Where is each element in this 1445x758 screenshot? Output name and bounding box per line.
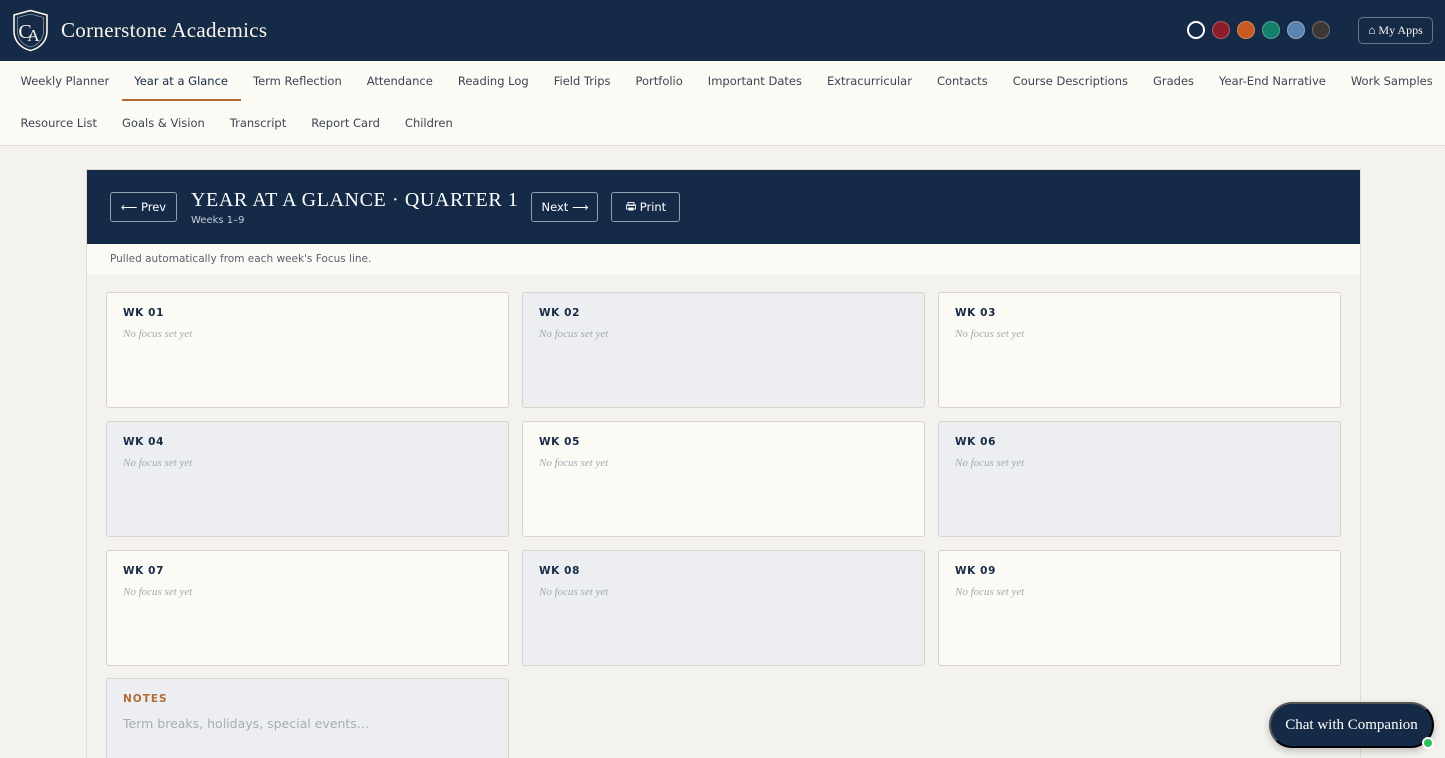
week-focus: No focus set yet [123, 586, 193, 598]
tab-year-at-a-glance[interactable]: Year at a Glance [121, 61, 241, 101]
theme-swatch-crimson[interactable] [1212, 21, 1230, 39]
my-apps-label: My Apps [1378, 23, 1423, 37]
theme-swatch-rust[interactable] [1237, 21, 1255, 39]
tab-resource-list[interactable]: Resource List [8, 103, 110, 143]
tab-contacts[interactable]: Contacts [924, 61, 1000, 101]
week-focus: No focus set yet [955, 586, 1025, 598]
online-status-dot [1422, 737, 1434, 749]
prev-quarter-button[interactable]: ⟵ Prev [110, 192, 177, 222]
home-icon: ⌂ [1368, 23, 1376, 37]
week-label: WK 07 [123, 565, 164, 577]
notes-card: NOTES [106, 678, 509, 758]
nav-row-2: Resource List Goals & Vision Transcript Rep… [8, 103, 465, 143]
brand-name: Cornerstone Academics [61, 18, 268, 42]
tab-term-reflection[interactable]: Term Reflection [241, 61, 355, 101]
theme-swatch-charcoal[interactable] [1312, 21, 1330, 39]
theme-swatches [1187, 21, 1330, 39]
theme-swatch-teal[interactable] [1262, 21, 1280, 39]
week-focus: No focus set yet [955, 457, 1025, 469]
tab-reading-log[interactable]: Reading Log [445, 61, 541, 101]
week-label: WK 03 [955, 307, 996, 319]
week-focus: No focus set yet [955, 328, 1025, 340]
week-card[interactable]: WK 08 No focus set yet [522, 550, 925, 666]
chat-with-companion-button[interactable]: Chat with Companion [1269, 702, 1434, 748]
week-label: WK 01 [123, 307, 164, 319]
tab-grades[interactable]: Grades [1140, 61, 1206, 101]
tab-portfolio[interactable]: Portfolio [623, 61, 695, 101]
nav-row-1: Weekly Planner Year at a Glance Term Refle… [8, 61, 1445, 101]
notes-input[interactable] [123, 716, 493, 731]
next-quarter-button[interactable]: Next ⟶ [531, 192, 599, 222]
week-card[interactable]: WK 02 No focus set yet [522, 292, 925, 408]
quarter-subtitle: Weeks 1–9 [191, 214, 245, 226]
week-card[interactable]: WK 07 No focus set yet [106, 550, 509, 666]
my-apps-button[interactable]: ⌂ My Apps [1358, 17, 1433, 44]
week-label: WK 04 [123, 436, 164, 448]
tab-course-descriptions[interactable]: Course Descriptions [1000, 61, 1140, 101]
printer-icon [625, 200, 636, 214]
tab-field-trips[interactable]: Field Trips [541, 61, 623, 101]
tab-important-dates[interactable]: Important Dates [695, 61, 814, 101]
tab-transcript[interactable]: Transcript [217, 103, 298, 143]
tab-attendance[interactable]: Attendance [354, 61, 445, 101]
week-card[interactable]: WK 04 No focus set yet [106, 421, 509, 537]
week-focus: No focus set yet [539, 457, 609, 469]
svg-text:A: A [27, 26, 40, 45]
quarter-title: Year at a Glance · Quarter 1 [191, 188, 519, 211]
tab-extracurricular[interactable]: Extracurricular [814, 61, 924, 101]
print-button[interactable]: Print [611, 192, 681, 222]
print-label: Print [639, 200, 667, 214]
tab-report-card[interactable]: Report Card [299, 103, 393, 143]
module-nav: Weekly Planner Year at a Glance Term Refle… [0, 61, 1445, 146]
week-card[interactable]: WK 05 No focus set yet [522, 421, 925, 537]
school-crest-logo[interactable]: C A [12, 9, 49, 52]
tab-children[interactable]: Children [392, 103, 465, 143]
panel-note: Pulled automatically from each week's Fo… [87, 244, 1360, 274]
week-focus: No focus set yet [123, 457, 193, 469]
top-bar: C A Cornerstone Academics ⌂ My Apps [0, 0, 1445, 61]
quarter-title-block: Year at a Glance · Quarter 1 Weeks 1–9 [191, 189, 518, 226]
tab-weekly-planner[interactable]: Weekly Planner [8, 61, 122, 101]
tab-work-samples[interactable]: Work Samples [1338, 61, 1445, 101]
week-label: WK 02 [539, 307, 580, 319]
week-focus: No focus set yet [123, 328, 193, 340]
week-label: WK 08 [539, 565, 580, 577]
week-card[interactable]: WK 06 No focus set yet [938, 421, 1341, 537]
week-card[interactable]: WK 01 No focus set yet [106, 292, 509, 408]
notes-label: NOTES [123, 693, 168, 705]
week-label: WK 05 [539, 436, 580, 448]
panel-header: ⟵ Prev Year at a Glance · Quarter 1 Week… [87, 170, 1360, 244]
tab-year-end-narrative[interactable]: Year-End Narrative [1207, 61, 1339, 101]
week-label: WK 09 [955, 565, 996, 577]
tab-goals-and-vision[interactable]: Goals & Vision [110, 103, 218, 143]
week-label: WK 06 [955, 436, 996, 448]
week-card[interactable]: WK 03 No focus set yet [938, 292, 1341, 408]
week-focus: No focus set yet [539, 586, 609, 598]
theme-swatch-ivory[interactable] [1187, 21, 1205, 39]
theme-swatch-slate-blue[interactable] [1287, 21, 1305, 39]
week-focus: No focus set yet [539, 328, 609, 340]
week-card[interactable]: WK 09 No focus set yet [938, 550, 1341, 666]
